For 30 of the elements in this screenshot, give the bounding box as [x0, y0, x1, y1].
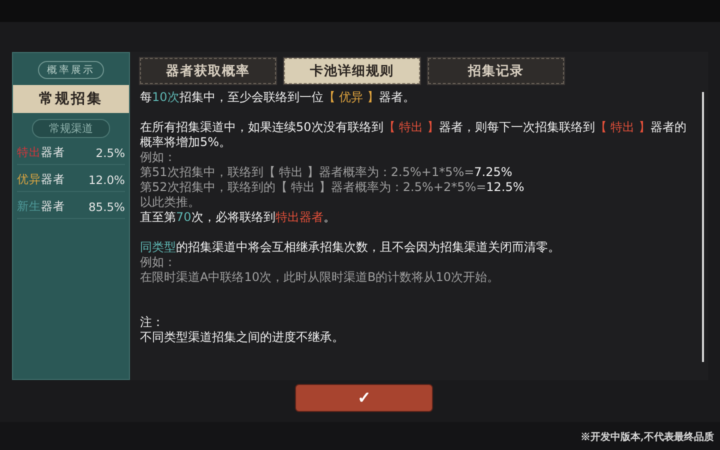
example-text: 第51次招集中，联络到【 特出 】器者概率为：2.5%+1*5%=7.25% — [140, 165, 514, 180]
tab[interactable]: 招集记录 — [428, 58, 564, 84]
example-text: 第52次招集中，联络到的【 特出 】器者概率为：2.5%+2*5%=12.5% — [140, 180, 526, 195]
row-label: 器者 — [41, 145, 65, 160]
rule-text: 同类型的招集渠道中将会互相继承招集次数，且不会因为招集渠道关闭而清零。 — [140, 240, 561, 255]
rate-value: 12.0% — [88, 172, 125, 186]
tier-label: 优异 — [17, 172, 41, 187]
rule-text: 在所有招集渠道中，如果连续50次没有联络到【 特出 】器者，则每下一次招集联络到【 特出 】器者的概率将增加5%。 — [140, 120, 688, 150]
card-badge: 概率展示 — [38, 61, 104, 79]
row-label: 器者 — [41, 172, 65, 187]
rate-value: 2.5% — [96, 146, 125, 160]
example-text: 例如： — [140, 150, 177, 165]
channel-pill: 常规渠道 — [32, 119, 110, 138]
tab[interactable]: 卡池详细规则 — [284, 58, 420, 84]
example-text: 在限时渠道A中联络10次，此时从限时渠道B的计数将从10次开始。 — [140, 270, 500, 285]
tab[interactable]: 器者获取概率 — [140, 58, 276, 84]
version-note: ※开发中版本,不代表最终品质 — [580, 430, 714, 444]
card-title: 常规招集 — [13, 85, 129, 113]
scrollbar[interactable] — [702, 92, 704, 362]
rule-text: 不同类型渠道招集之间的进度不继承。 — [140, 330, 345, 345]
row-label: 器者 — [41, 199, 65, 214]
confirm-button[interactable]: ✓ — [295, 384, 433, 412]
example-text: 以此类推。 — [140, 195, 201, 210]
rule-text: 每10次招集中，至少会联络到一位【 优异 】器者。 — [140, 90, 416, 105]
rate-value: 85.5% — [88, 200, 125, 214]
tier-label: 新生 — [17, 199, 41, 214]
tier-label: 特出 — [17, 145, 41, 160]
example-text: 例如： — [140, 255, 177, 270]
rule-text: 直至第70次，必将联络到特出器者。 — [140, 210, 336, 225]
rule-text: 注： — [140, 315, 165, 330]
